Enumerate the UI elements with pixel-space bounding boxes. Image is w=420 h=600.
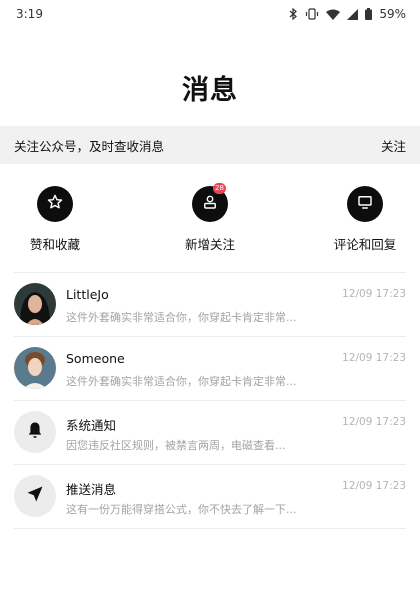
message-preview: 因您违反社区规则，被禁言两周，电磁查看... [66, 439, 286, 452]
signal-icon [347, 8, 359, 20]
new-followers-button[interactable]: 28 新增关注 [160, 183, 260, 253]
follow-button[interactable]: 关注 [381, 136, 406, 155]
wifi-icon [326, 9, 341, 20]
comment-icon [356, 193, 374, 215]
quick-actions: 赞和收藏 28 新增关注 评论和回复 [0, 183, 420, 256]
avatar [14, 283, 56, 325]
avatar [14, 411, 56, 453]
bell-icon [25, 420, 45, 444]
message-sender: Someone [66, 351, 125, 366]
message-sender: 推送消息 [66, 482, 117, 497]
message-time: 12/09 17:23 [342, 480, 406, 492]
avatar [14, 475, 56, 517]
likes-label: 赞和收藏 [29, 237, 80, 252]
followers-label: 新增关注 [184, 237, 235, 252]
list-item[interactable]: 系统通知 12/09 17:23 因您违反社区规则，被禁言两周，电磁查看... [14, 401, 406, 465]
person-icon [201, 193, 219, 215]
followers-circle: 28 [192, 183, 228, 222]
battery-level: 59% [379, 7, 406, 21]
message-sender: LittleJo [66, 287, 109, 302]
vibrate-icon [305, 8, 319, 20]
message-preview: 这有一份万能得穿搭公式，你不快去了解一下... [66, 503, 297, 516]
page-title: 消息 [182, 75, 238, 106]
message-sender: 系统通知 [66, 418, 117, 433]
list-item[interactable]: 推送消息 12/09 17:23 这有一份万能得穿搭公式，你不快去了解一下... [14, 465, 406, 529]
comments-circle [347, 186, 383, 222]
message-time: 12/09 17:23 [342, 416, 406, 428]
list-item[interactable]: LittleJo 12/09 17:23 这件外套确实非常适合你，你穿起卡肯定非… [14, 273, 406, 337]
send-icon [25, 484, 45, 508]
list-item[interactable]: Someone 12/09 17:23 这件外套确实非常适合你，你穿起卡肯定非常… [14, 337, 406, 401]
likes-and-favorites-button[interactable]: 赞和收藏 [5, 186, 105, 253]
bluetooth-icon [289, 8, 298, 20]
followers-badge: 28 [213, 183, 226, 194]
avatar [14, 347, 56, 389]
message-time: 12/09 17:23 [342, 288, 406, 300]
follow-banner: 关注公众号，及时查收消息 关注 [0, 126, 420, 164]
likes-circle [37, 186, 73, 222]
battery-icon [365, 8, 373, 20]
message-list: LittleJo 12/09 17:23 这件外套确实非常适合你，你穿起卡肯定非… [14, 272, 406, 529]
comments-and-replies-button[interactable]: 评论和回复 [315, 186, 415, 253]
status-time: 3:19 [16, 7, 43, 21]
message-preview: 这件外套确实非常适合你，你穿起卡肯定非常... [66, 375, 297, 388]
star-icon [46, 193, 64, 215]
comments-label: 评论和回复 [333, 237, 397, 252]
follow-banner-text: 关注公众号，及时查收消息 [14, 138, 165, 154]
status-bar: 3:19 59% [0, 0, 420, 28]
status-icons: 59% [289, 7, 406, 21]
message-preview: 这件外套确实非常适合你，你穿起卡肯定非常... [66, 311, 297, 324]
message-time: 12/09 17:23 [342, 352, 406, 364]
